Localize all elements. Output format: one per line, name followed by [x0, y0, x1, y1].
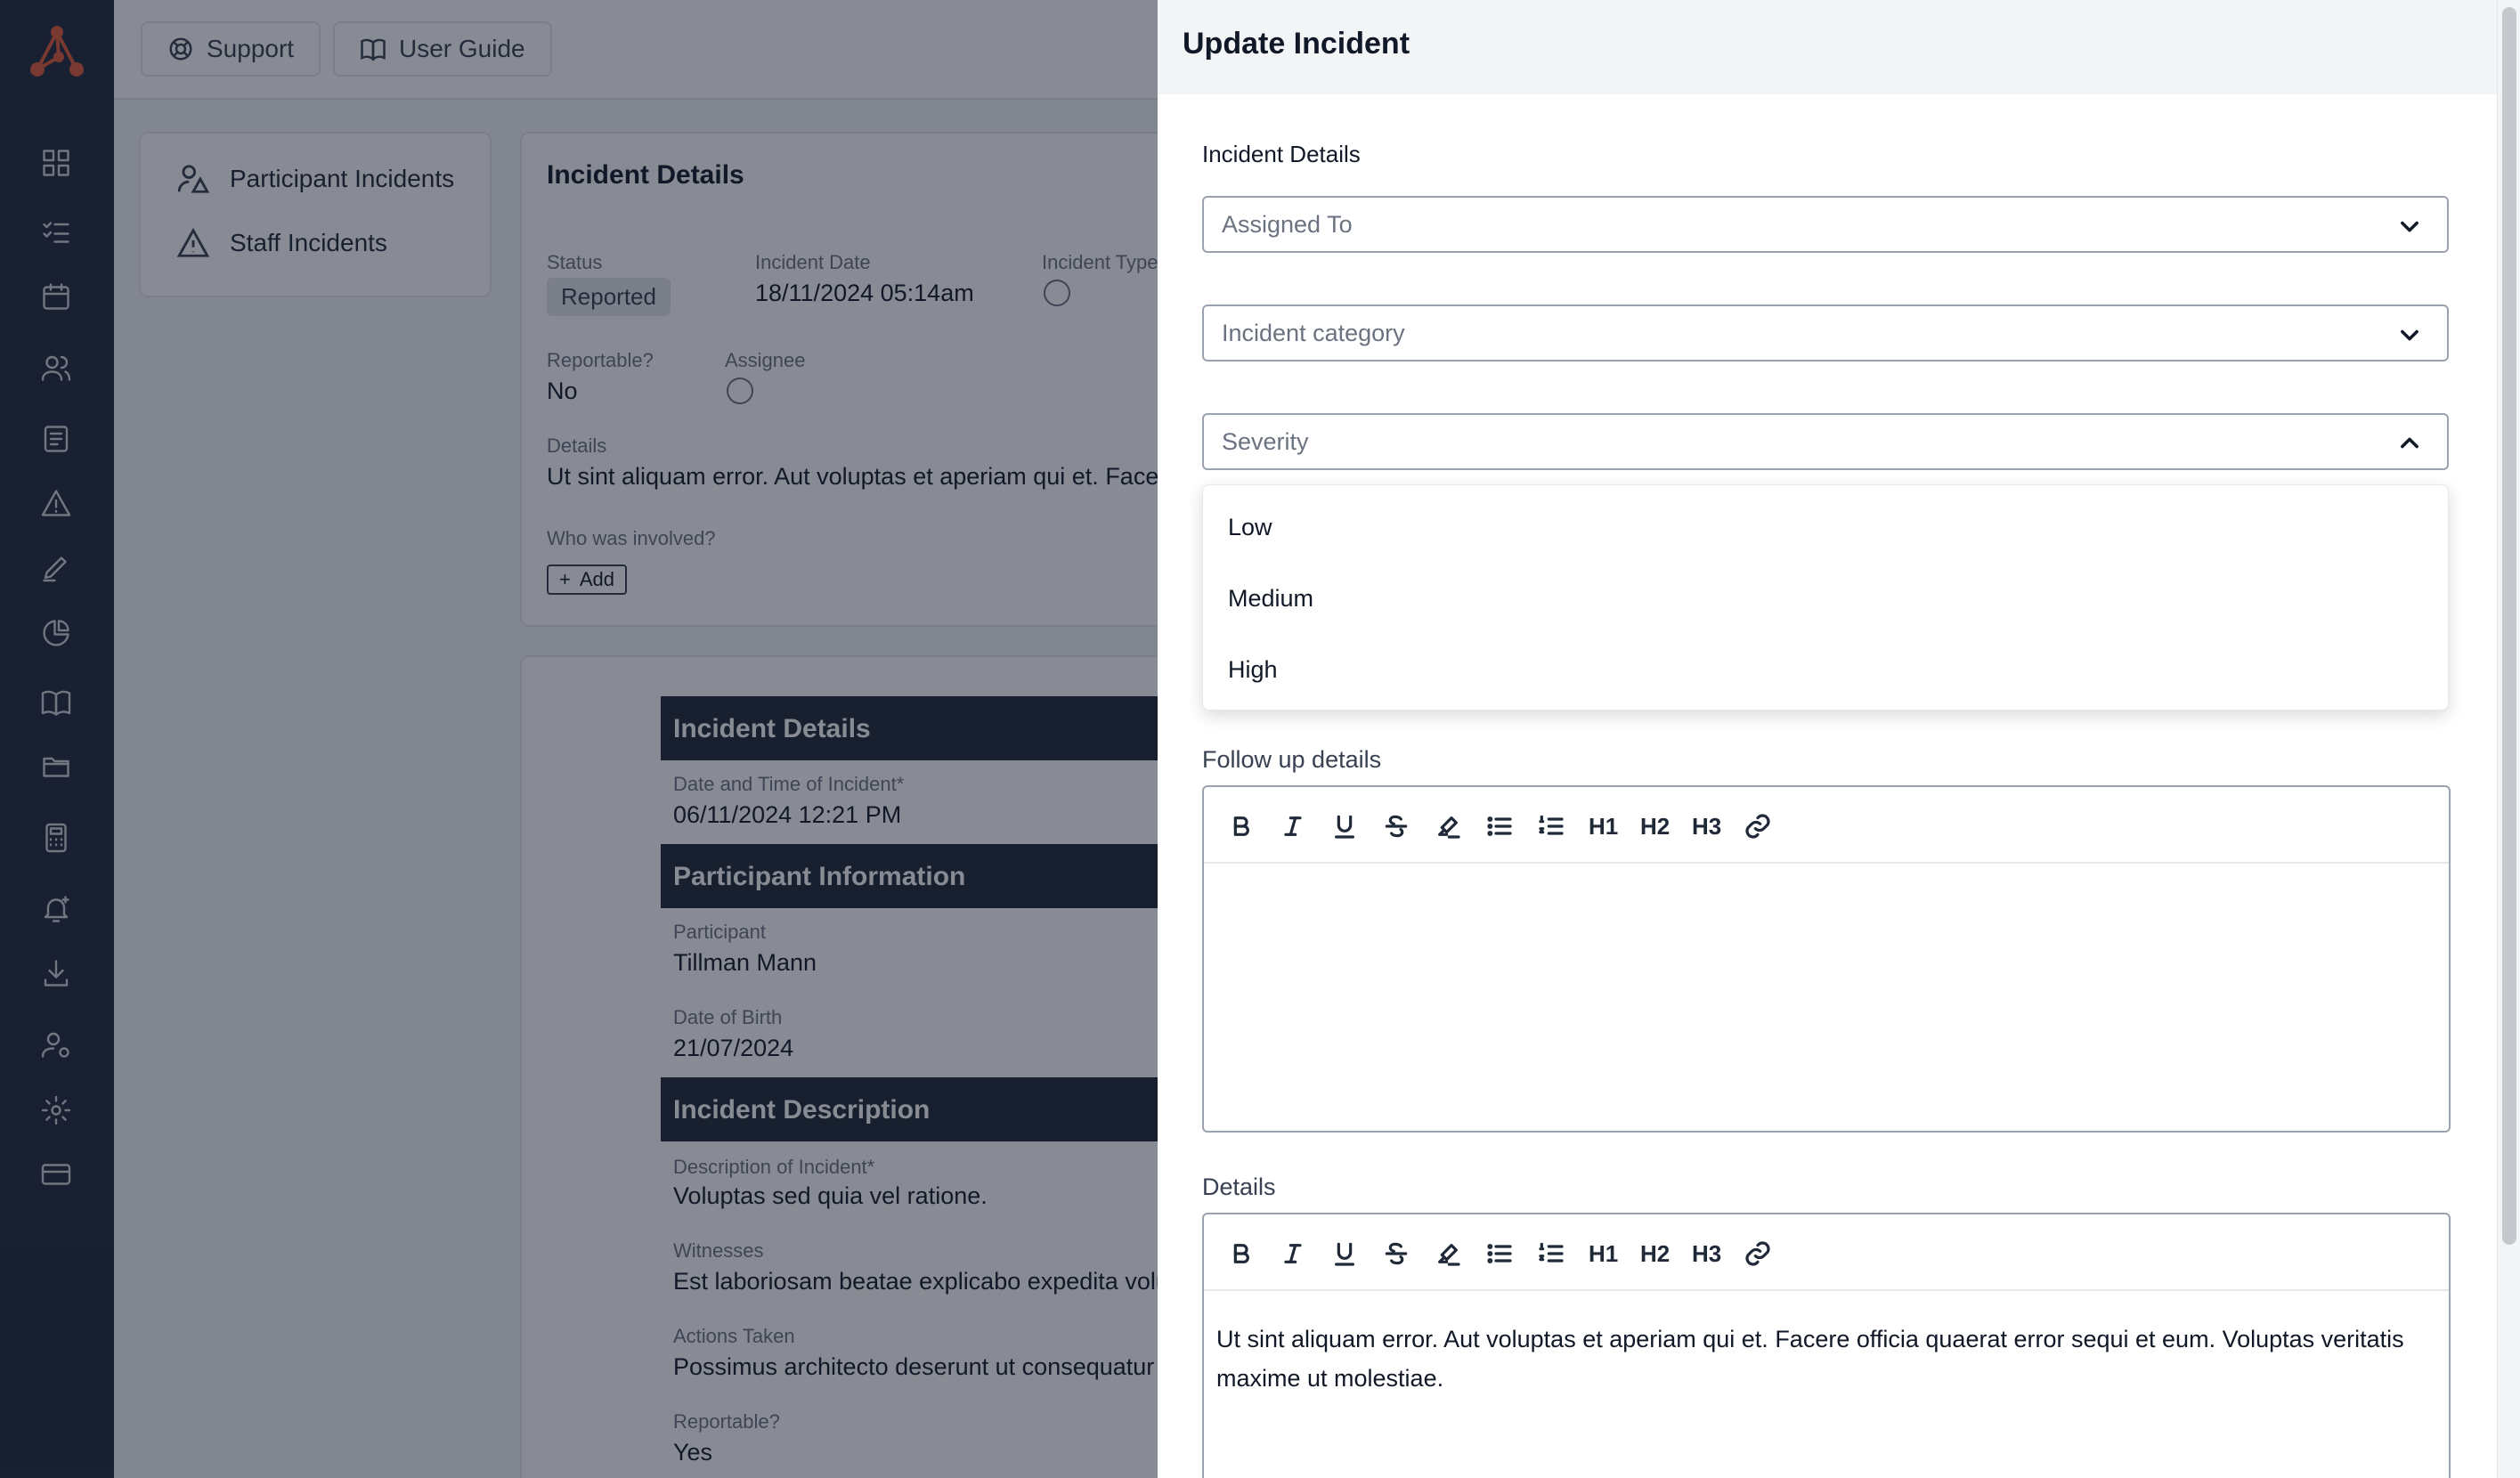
scrollbar-thumb[interactable]: [2502, 7, 2516, 1245]
link-icon[interactable]: [1744, 810, 1772, 842]
severity-select[interactable]: Severity: [1202, 413, 2449, 470]
highlight-icon[interactable]: [1434, 1238, 1462, 1270]
chevron-down-icon: [2397, 322, 2422, 347]
severity-dropdown: Low Medium High: [1202, 484, 2449, 711]
details-editor[interactable]: H1 H2 H3 Ut sint aliquam error. Aut volu…: [1202, 1213, 2451, 1478]
strikethrough-icon[interactable]: [1382, 810, 1410, 842]
section-label: Incident Details: [1202, 141, 1361, 167]
heading2-button[interactable]: H2: [1640, 1238, 1670, 1270]
heading1-button[interactable]: H1: [1589, 810, 1618, 842]
details-label: Details: [1202, 1173, 1276, 1200]
modal-backdrop[interactable]: [0, 0, 1158, 1478]
incident-category-placeholder: Incident category: [1222, 319, 1405, 346]
editor-toolbar: H1 H2 H3: [1204, 1214, 2449, 1291]
italic-icon[interactable]: [1279, 810, 1307, 842]
bold-icon[interactable]: [1227, 1238, 1256, 1270]
editor-toolbar: H1 H2 H3: [1204, 787, 2449, 864]
underline-icon[interactable]: [1330, 1238, 1359, 1270]
severity-placeholder: Severity: [1222, 427, 1309, 455]
assigned-to-select[interactable]: Assigned To: [1202, 196, 2449, 253]
severity-option-high[interactable]: High: [1228, 656, 1278, 684]
assigned-to-placeholder: Assigned To: [1222, 210, 1353, 238]
numbered-list-icon[interactable]: [1537, 1238, 1565, 1270]
panel-title: Update Incident: [1183, 27, 1410, 61]
chevron-up-icon: [2397, 431, 2422, 456]
details-editor-content[interactable]: Ut sint aliquam error. Aut voluptas et a…: [1216, 1320, 2413, 1398]
heading3-button[interactable]: H3: [1692, 810, 1721, 842]
incident-category-select[interactable]: Incident category: [1202, 305, 2449, 361]
panel-header: Update Incident: [1158, 0, 2497, 94]
chevron-down-icon: [2397, 214, 2422, 239]
bullet-list-icon[interactable]: [1485, 1238, 1514, 1270]
follow-up-label: Follow up details: [1202, 746, 1382, 773]
numbered-list-icon[interactable]: [1537, 810, 1565, 842]
bold-icon[interactable]: [1227, 810, 1256, 842]
strikethrough-icon[interactable]: [1382, 1238, 1410, 1270]
heading2-button[interactable]: H2: [1640, 810, 1670, 842]
severity-option-low[interactable]: Low: [1228, 514, 1272, 541]
link-icon[interactable]: [1744, 1238, 1772, 1270]
heading3-button[interactable]: H3: [1692, 1238, 1721, 1270]
scrollbar[interactable]: [2497, 0, 2520, 1478]
severity-option-medium[interactable]: Medium: [1228, 585, 1313, 613]
italic-icon[interactable]: [1279, 1238, 1307, 1270]
bullet-list-icon[interactable]: [1485, 810, 1514, 842]
highlight-icon[interactable]: [1434, 810, 1462, 842]
follow-up-editor[interactable]: H1 H2 H3: [1202, 785, 2451, 1133]
underline-icon[interactable]: [1330, 810, 1359, 842]
heading1-button[interactable]: H1: [1589, 1238, 1618, 1270]
update-incident-panel: Update Incident Incident Details Assigne…: [1158, 0, 2497, 1478]
